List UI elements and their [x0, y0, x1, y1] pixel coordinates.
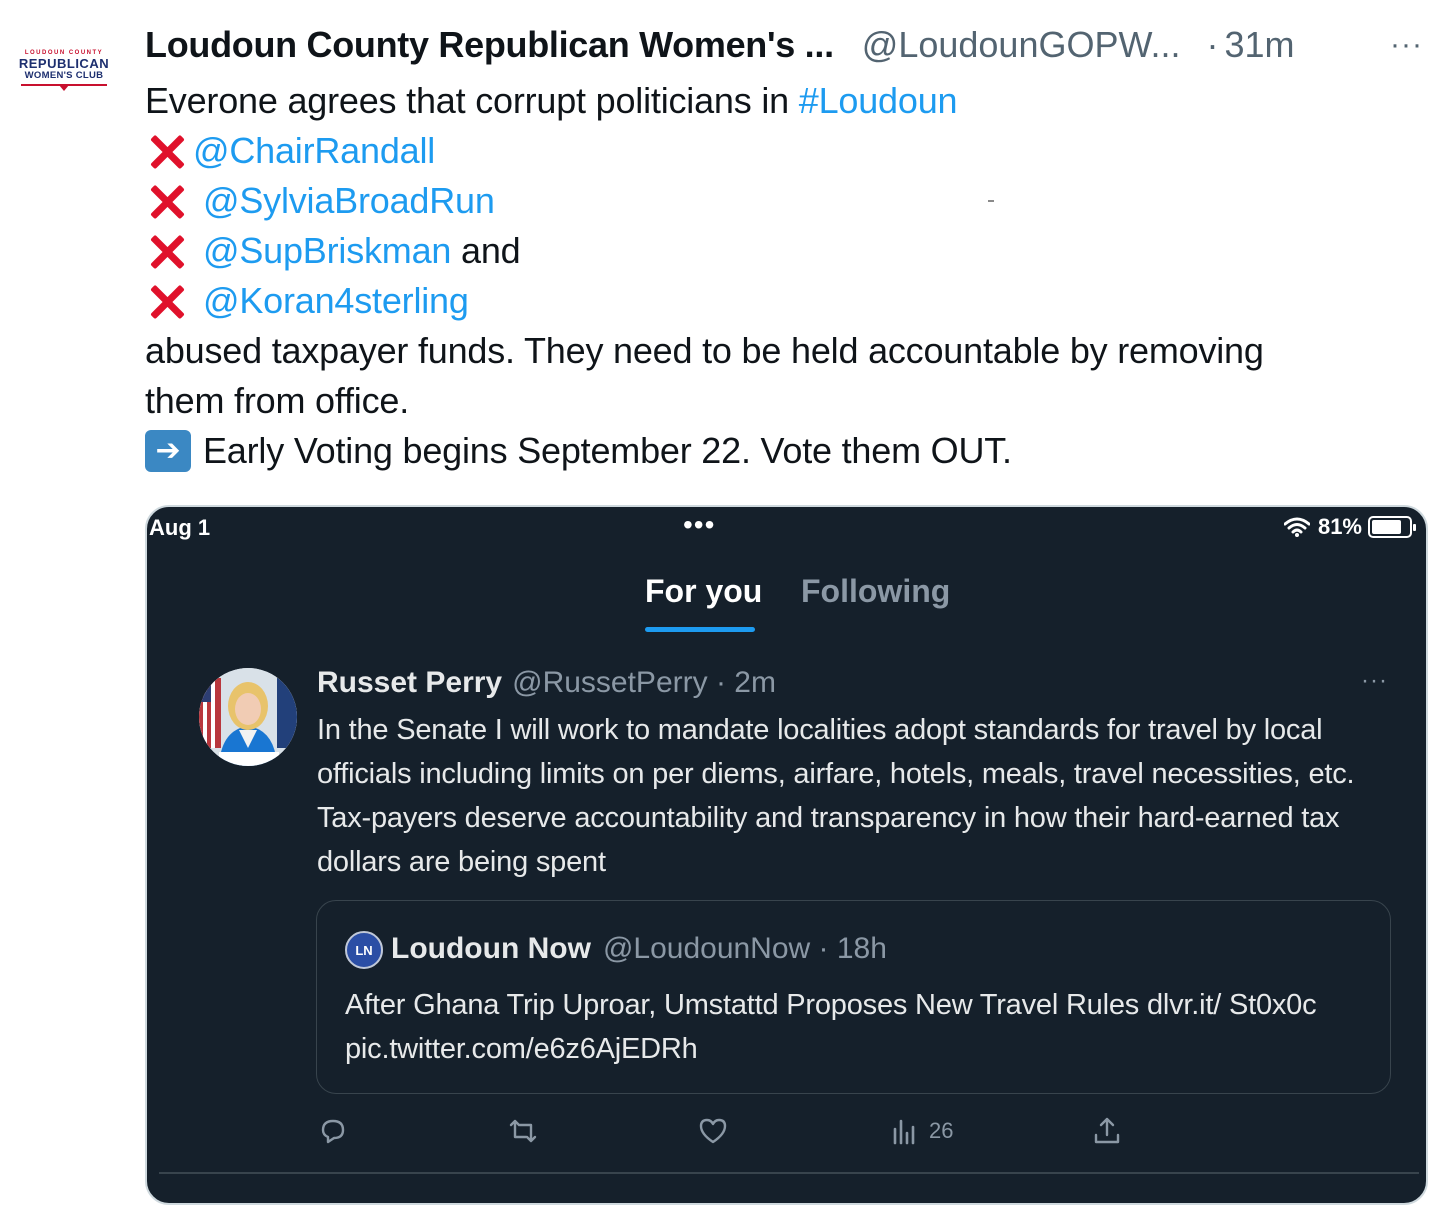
retweet-icon	[509, 1119, 537, 1143]
quoted-tweet-card[interactable]: LN Loudoun Now @LoudounNow · 18h After G…	[316, 900, 1391, 1094]
status-bar-right: 81%	[1283, 514, 1416, 540]
tweet-line-7: them from office.	[145, 380, 410, 421]
battery-percentage: 81%	[1317, 514, 1362, 539]
share-button[interactable]	[1091, 1115, 1123, 1147]
tweet-line-8: ➔ Early Voting begins September 22. Vote…	[145, 426, 1435, 476]
russet-perry-handle-time[interactable]: @RussetPerry · 2m	[512, 666, 776, 700]
mention-chairrandall-link[interactable]: @ChairRandall	[193, 126, 435, 176]
author-handle[interactable]: @LoudounGOPW...	[862, 24, 1181, 66]
tweet-line-4: @SupBriskman and	[145, 226, 1435, 276]
share-icon	[1094, 1117, 1120, 1144]
tweet-line-1: Everone agrees that corrupt politicians …	[145, 76, 1435, 126]
mention-koran4sterling-link[interactable]: @Koran4sterling	[203, 276, 469, 326]
hashtag-loudoun-link[interactable]: #Loudoun	[799, 76, 958, 126]
logo-bot-text: WOMEN'S CLUB	[24, 70, 104, 81]
status-bar-date: Aug 1	[149, 515, 211, 540]
logo-underline	[21, 84, 107, 91]
mention-sylviabroadrun-link[interactable]: @SylviaBroadRun	[203, 176, 495, 226]
heart-icon	[699, 1118, 727, 1144]
mention-supbriskman-link[interactable]: @SupBriskman	[203, 226, 451, 276]
loudoun-now-avatar[interactable]: LN	[345, 931, 383, 969]
tweet-body: Everone agrees that corrupt politicians …	[145, 76, 1435, 476]
reply-button[interactable]	[317, 1115, 349, 1147]
russet-perry-name[interactable]: Russet Perry	[317, 666, 502, 700]
tab-following[interactable]: Following	[801, 573, 950, 610]
stray-mark	[988, 200, 994, 202]
cross-mark-icon	[145, 129, 189, 173]
views-button[interactable]: 26	[889, 1115, 953, 1147]
cross-mark-icon	[145, 179, 189, 223]
wifi-icon	[1283, 517, 1310, 537]
reply-icon	[321, 1119, 345, 1144]
right-arrow-icon: ➔	[145, 430, 191, 472]
like-button[interactable]	[697, 1115, 729, 1147]
club-avatar[interactable]: LOUDOUN COUNTY REPUBLICAN WOMEN'S CLUB	[18, 22, 110, 114]
active-tab-indicator	[645, 627, 755, 632]
portrait-image	[199, 668, 297, 766]
embedded-more-options-icon[interactable]: ···	[1361, 667, 1388, 695]
author-display-name[interactable]: Loudoun County Republican Women's ...	[145, 24, 834, 66]
tweet-header: Loudoun County Republican Women's ... @L…	[145, 20, 1435, 70]
timeline-tabs: For you Following	[147, 565, 1426, 635]
tweet-text-intro: Everone agrees that corrupt politicians …	[145, 80, 799, 121]
embedded-screenshot-image[interactable]: Aug 1 ••• 81% For you Following Russet P…	[145, 505, 1428, 1205]
tweet-line-5: @Koran4sterling	[145, 276, 1435, 326]
tweet-line-3: @SylviaBroadRun	[145, 176, 1435, 226]
tweet-text-and: and	[451, 230, 521, 271]
cross-mark-icon	[145, 279, 189, 323]
views-count: 26	[929, 1118, 954, 1143]
more-options-icon[interactable]: ···	[1390, 28, 1423, 62]
tweet-line-2: @ChairRandall	[145, 126, 1435, 176]
russet-perry-avatar[interactable]	[199, 668, 297, 766]
retweet-button[interactable]	[507, 1115, 539, 1147]
divider	[159, 1172, 1419, 1174]
quoted-tweet-text: After Ghana Trip Uproar, Umstattd Propos…	[345, 989, 1317, 1065]
early-voting-text: Early Voting begins September 22. Vote t…	[203, 430, 1012, 471]
status-bar-dots-icon: •••	[683, 509, 716, 540]
embedded-tweet-text: In the Senate I will work to mandate loc…	[317, 714, 1355, 878]
quoted-tweet-header: Loudoun Now @LoudounNow · 18h	[391, 929, 887, 969]
loudoun-now-name[interactable]: Loudoun Now	[391, 932, 591, 966]
embedded-tweet-header: Russet Perry @RussetPerry · 2m	[317, 663, 1397, 703]
tweet-line-6: abused taxpayer funds. They need to be h…	[145, 330, 1264, 371]
views-bar-chart-icon	[893, 1119, 915, 1145]
embedded-tweet-actions: 26	[317, 1115, 1217, 1155]
header-separator: ·	[1206, 24, 1219, 65]
logo-mid-text: REPUBLICAN	[18, 56, 110, 71]
tweet-timestamp[interactable]: 31m	[1225, 24, 1295, 66]
loudoun-now-handle-time[interactable]: @LoudounNow · 18h	[603, 932, 887, 966]
battery-icon	[1368, 516, 1416, 538]
cross-mark-icon	[145, 229, 189, 273]
tab-for-you[interactable]: For you	[645, 573, 762, 610]
